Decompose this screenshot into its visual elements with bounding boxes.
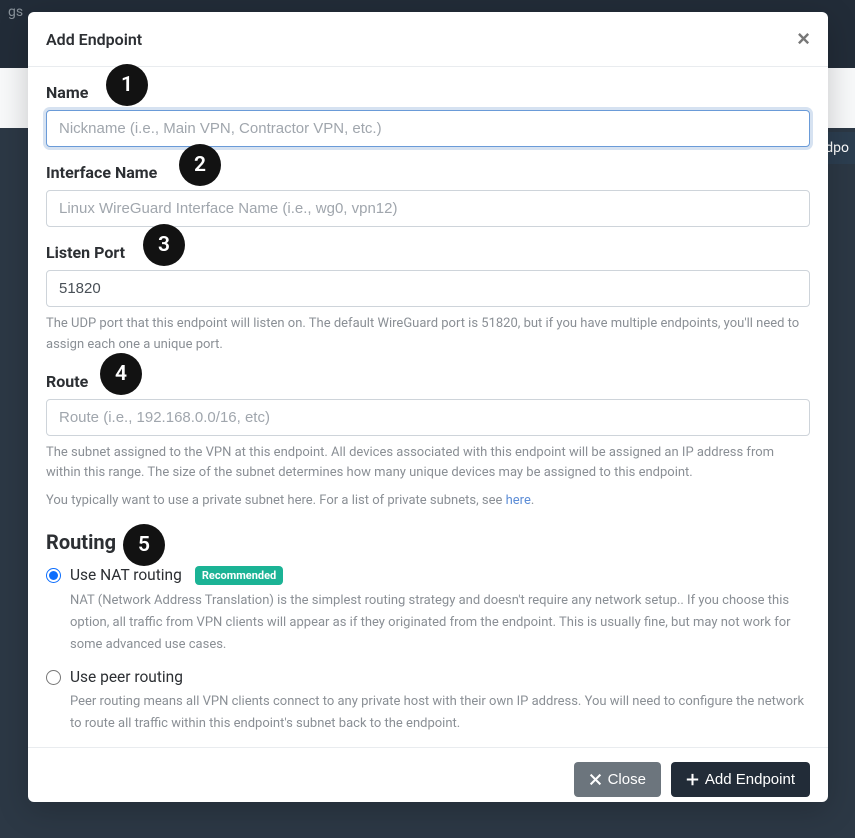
routing-peer-option: Use peer routing Peer routing means all … (46, 668, 810, 735)
routing-peer-label[interactable]: Use peer routing (70, 668, 183, 686)
recommended-badge: Recommended (195, 566, 283, 585)
route-help-2: You typically want to use a private subn… (46, 491, 810, 512)
listen-port-label: Listen Port (46, 243, 810, 262)
private-subnets-link[interactable]: here (506, 493, 531, 508)
add-endpoint-button[interactable]: Add Endpoint (671, 762, 810, 797)
name-input[interactable] (46, 110, 810, 147)
close-x-icon (589, 773, 602, 786)
modal-body: Name 1 Interface Name 2 Listen Port The … (28, 67, 828, 747)
routing-peer-description: Peer routing means all VPN clients conne… (70, 691, 810, 735)
add-endpoint-modal: Add Endpoint × Name 1 Interface Name 2 L… (28, 12, 828, 802)
interface-name-input[interactable] (46, 190, 810, 227)
routing-nat-radio[interactable] (46, 568, 61, 583)
modal-footer: Close Add Endpoint (28, 747, 828, 811)
interface-name-field-group: Interface Name 2 (46, 163, 810, 227)
modal-title: Add Endpoint (46, 30, 142, 49)
routing-nat-option: Use NAT routing Recommended NAT (Network… (46, 566, 810, 656)
routing-nat-description: NAT (Network Address Translation) is the… (70, 590, 810, 656)
routing-nat-label[interactable]: Use NAT routing (70, 566, 182, 584)
listen-port-input[interactable] (46, 270, 810, 307)
route-help-1: The subnet assigned to the VPN at this e… (46, 443, 810, 485)
routing-peer-radio[interactable] (46, 670, 61, 685)
route-field-group: Route The subnet assigned to the VPN at … (46, 372, 810, 512)
modal-header: Add Endpoint × (28, 12, 828, 67)
routing-section: Routing 5 Use NAT routing Recommended NA… (46, 530, 810, 735)
interface-name-label: Interface Name (46, 163, 810, 182)
routing-heading: Routing (46, 530, 810, 554)
route-label: Route (46, 372, 810, 391)
route-input[interactable] (46, 399, 810, 436)
name-label: Name (46, 83, 810, 102)
plus-icon (686, 773, 699, 786)
name-field-group: Name 1 (46, 83, 810, 147)
close-icon[interactable]: × (797, 28, 810, 50)
listen-port-help: The UDP port that this endpoint will lis… (46, 314, 810, 356)
listen-port-field-group: Listen Port The UDP port that this endpo… (46, 243, 810, 356)
close-button[interactable]: Close (574, 762, 661, 797)
